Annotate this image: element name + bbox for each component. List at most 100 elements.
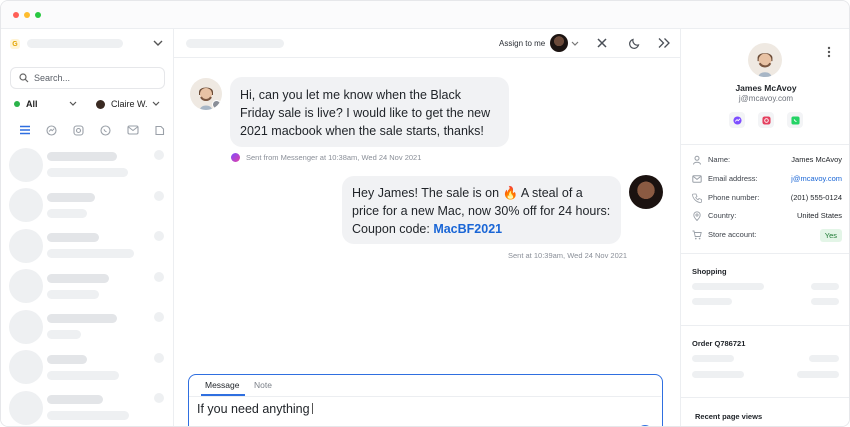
- channel-whatsapp[interactable]: [92, 122, 119, 138]
- divider: [189, 396, 661, 397]
- shopping-section-title[interactable]: Shopping: [692, 267, 727, 276]
- all-inbox-icon: [19, 125, 30, 135]
- detail-row-email: Email address: j@mcavoy.com: [692, 173, 842, 187]
- close-conversation-button[interactable]: [594, 35, 610, 51]
- order-placeholder: [797, 371, 839, 378]
- incoming-message: Hi, can you let me know when the Black F…: [230, 77, 509, 147]
- assignee-filter[interactable]: Claire W.: [96, 97, 148, 111]
- order-placeholder: [809, 355, 839, 362]
- shopping-placeholder: [811, 298, 839, 305]
- message-input[interactable]: If you need anything: [197, 402, 637, 416]
- other-channel-icon: [155, 125, 165, 135]
- snooze-button[interactable]: [627, 35, 643, 51]
- workspace-logo[interactable]: G: [10, 39, 20, 49]
- assignee-avatar[interactable]: [550, 34, 568, 52]
- close-window-button[interactable]: [13, 12, 19, 18]
- shopping-placeholder: [692, 298, 732, 305]
- detail-row-country: Country: United States: [692, 210, 842, 224]
- detail-row-phone: Phone number: (201) 555-0124: [692, 192, 842, 206]
- customer-avatar: [748, 43, 782, 77]
- messenger-icon: [46, 124, 57, 136]
- detail-row-name: Name: James McAvoy: [692, 154, 842, 168]
- order-placeholder: [692, 355, 734, 362]
- maximize-window-button[interactable]: [35, 12, 41, 18]
- moon-icon: [629, 38, 640, 49]
- chevron-down-icon[interactable]: [153, 40, 163, 47]
- user-icon: [693, 155, 701, 165]
- cart-icon: [692, 230, 702, 240]
- assignee-filter-label: Claire W.: [111, 99, 148, 109]
- message-draft: If you need anything: [197, 402, 310, 416]
- customer-avatar: [190, 78, 222, 110]
- search-input[interactable]: Search...: [10, 67, 165, 89]
- messenger-icon: [212, 100, 221, 109]
- customer-details-panel: James McAvoy j@mcavoy.com Name: James Mc…: [680, 29, 849, 426]
- shopping-placeholder: [692, 283, 764, 290]
- inbox-sidebar: G Search... All Claire W.: [1, 29, 174, 426]
- email-icon: [126, 125, 139, 135]
- more-options-icon[interactable]: [827, 46, 831, 58]
- chevron-down-icon[interactable]: [69, 101, 77, 107]
- shopping-placeholder: [811, 283, 839, 290]
- title-bar: [1, 1, 849, 29]
- text-caret: [311, 403, 313, 414]
- instagram-link[interactable]: [758, 112, 774, 128]
- location-pin-icon: [693, 211, 701, 221]
- conversation-header: Assign to me: [174, 29, 680, 58]
- messenger-link[interactable]: [729, 112, 745, 128]
- search-placeholder: Search...: [34, 73, 71, 83]
- channel-other[interactable]: [146, 122, 173, 138]
- coupon-code: MacBF2021: [433, 222, 503, 236]
- search-icon: [19, 73, 29, 83]
- whatsapp-link[interactable]: [787, 112, 803, 128]
- channel-filter-bar: [11, 122, 173, 138]
- recent-page-views-title[interactable]: Recent page views: [695, 412, 762, 421]
- email-icon: [692, 175, 702, 183]
- outgoing-message: Hey James! The sale is on 🔥 A steal of a…: [342, 176, 621, 244]
- status-filter[interactable]: All: [14, 97, 38, 111]
- app-window: G Search... All Claire W. Assign to me H…: [0, 0, 850, 427]
- toggle-details-button[interactable]: [656, 35, 672, 51]
- conversation-title-placeholder: [186, 39, 284, 48]
- close-icon: [597, 38, 607, 48]
- chevron-down-icon[interactable]: [152, 101, 160, 107]
- customer-name: James McAvoy: [735, 83, 797, 93]
- agent-avatar: [629, 175, 663, 209]
- divider: [681, 325, 849, 326]
- tab-note[interactable]: Note: [254, 380, 272, 390]
- conversation-panel: Assign to me Hi, can you let me know whe…: [174, 29, 680, 426]
- chevron-down-icon[interactable]: [571, 41, 579, 47]
- double-chevron-right-icon: [658, 38, 670, 48]
- order-section-title[interactable]: Order Q786721: [692, 339, 745, 348]
- minimize-window-button[interactable]: [24, 12, 30, 18]
- assign-to-me-button[interactable]: Assign to me: [499, 39, 545, 48]
- tab-message[interactable]: Message: [205, 380, 240, 390]
- messenger-icon: [231, 153, 240, 162]
- detail-row-store-account: Store account: Yes: [692, 229, 842, 243]
- status-badge: Yes: [819, 229, 842, 242]
- outgoing-message-meta: Sent at 10:39am, Wed 24 Nov 2021: [508, 251, 628, 260]
- whatsapp-icon: [790, 115, 800, 125]
- incoming-message-meta: Sent from Messenger at 10:38am, Wed 24 N…: [231, 153, 421, 162]
- workspace-name-placeholder: [27, 39, 123, 48]
- phone-icon: [692, 193, 702, 203]
- person-icon: [748, 43, 782, 77]
- customer-email: j@mcavoy.com: [738, 94, 794, 103]
- status-filter-label: All: [26, 99, 38, 109]
- channel-all[interactable]: [11, 122, 38, 138]
- status-dot: [14, 101, 20, 107]
- incoming-meta-text: Sent from Messenger at 10:38am, Wed 24 N…: [246, 153, 422, 162]
- divider: [681, 397, 849, 398]
- instagram-icon: [761, 115, 771, 125]
- email-link[interactable]: j@mcavoy.com: [791, 174, 842, 183]
- instagram-icon: [73, 124, 84, 136]
- divider: [681, 253, 849, 254]
- order-placeholder: [692, 371, 744, 378]
- channel-instagram[interactable]: [65, 122, 92, 138]
- channel-messenger[interactable]: [38, 122, 65, 138]
- whatsapp-icon: [100, 124, 111, 136]
- divider: [681, 144, 849, 145]
- channel-email[interactable]: [119, 122, 146, 138]
- message-composer: Message Note If you need anything: [188, 374, 663, 426]
- messenger-icon: [732, 115, 742, 125]
